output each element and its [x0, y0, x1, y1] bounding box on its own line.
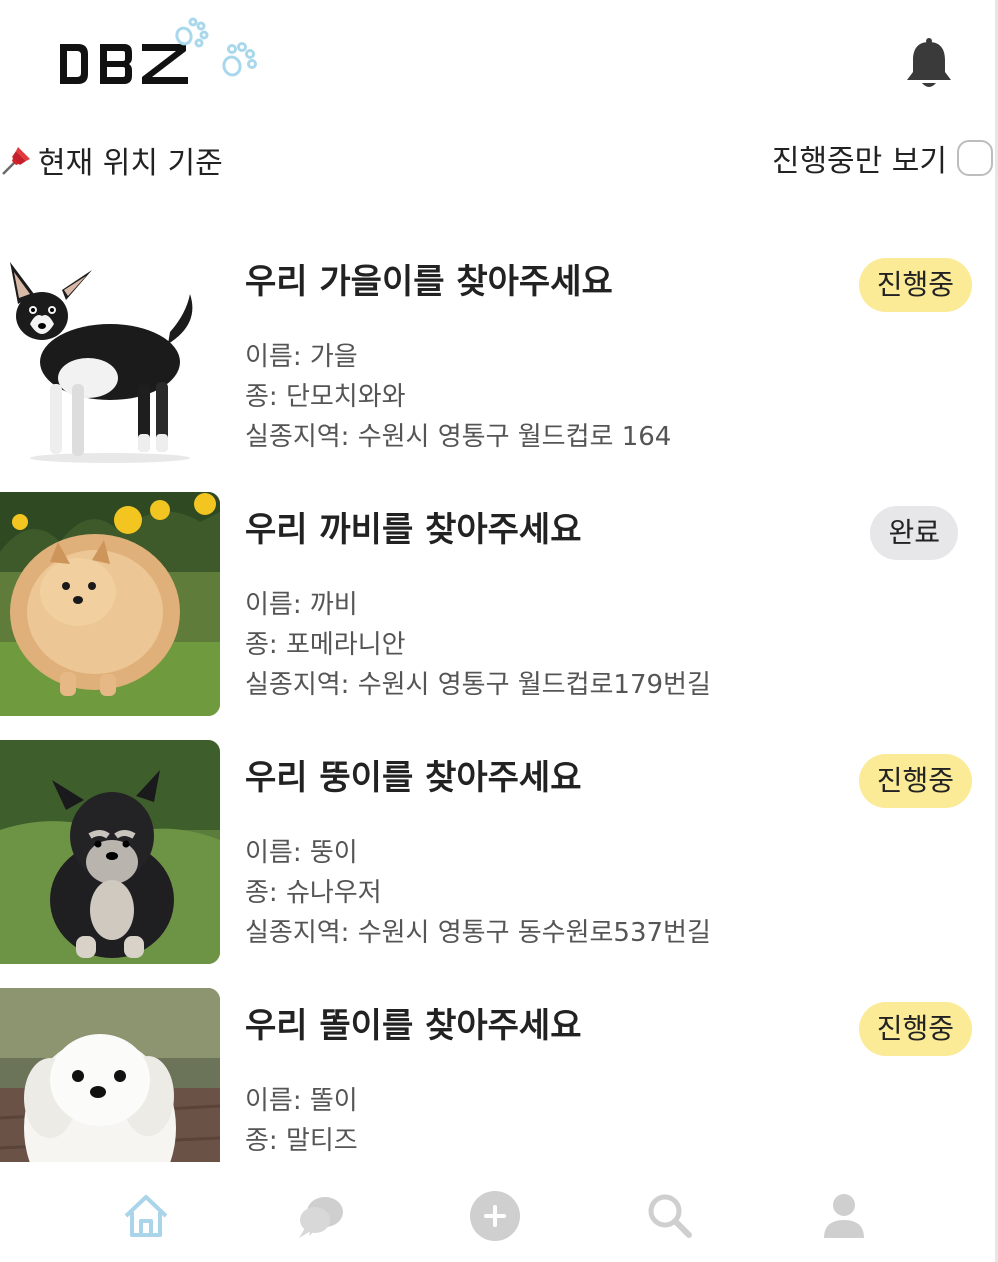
only-active-toggle[interactable]: 진행중만 보기: [772, 136, 993, 180]
post-name: 이름: 똘이: [245, 1086, 358, 1116]
pushpin-icon: [2, 147, 30, 175]
search-icon: [648, 1194, 692, 1238]
post-title: 우리 까비를 찾아주세요: [245, 510, 582, 550]
location-label: 현재 위치 기준: [38, 146, 223, 181]
post-name: 이름: 뚱이: [245, 838, 358, 868]
status-badge: 진행중: [858, 754, 972, 808]
post-breed: 종: 포메라니안: [245, 630, 406, 660]
nav-search[interactable]: [644, 1190, 696, 1242]
post-list: 우리 가을이를 찾아주세요 진행중 이름: 가을 종: 단모치와와 실종지역: …: [0, 244, 995, 1162]
post-location: 실종지역: 수원시 영통구 월드컵로179번길: [245, 670, 711, 700]
post-breed: 종: 단모치와와: [245, 382, 406, 412]
pomeranian-photo: [0, 492, 220, 716]
list-item[interactable]: 우리 뚱이를 찾아주세요 진행중 이름: 뚱이 종: 슈나우저 실종지역: 수원…: [0, 740, 995, 964]
home-icon: [124, 1195, 168, 1237]
only-active-label: 진행중만 보기: [771, 144, 947, 179]
bottom-nav: [0, 1162, 995, 1262]
nav-home[interactable]: [120, 1190, 172, 1242]
nav-add[interactable]: [469, 1190, 521, 1242]
location-filter[interactable]: 현재 위치 기준: [0, 138, 223, 182]
schnauzer-photo: [0, 740, 220, 964]
post-location: 실종지역: 수원시 영통구 동수원로537번길: [245, 918, 711, 948]
list-item[interactable]: 우리 똘이를 찾아주세요 진행중 이름: 똘이 종: 말티즈: [0, 988, 995, 1162]
post-name: 이름: 가을: [245, 342, 358, 372]
post-name: 이름: 까비: [245, 590, 358, 620]
post-location: 실종지역: 수원시 영통구 월드컵로 164: [245, 422, 672, 452]
list-item[interactable]: 우리 까비를 찾아주세요 완료 이름: 까비 종: 포메라니안 실종지역: 수원…: [0, 492, 995, 716]
status-badge: 완료: [870, 506, 958, 560]
only-active-checkbox[interactable]: [957, 140, 993, 176]
nav-chat[interactable]: [295, 1190, 347, 1242]
add-icon: [470, 1191, 520, 1241]
post-breed: 종: 말티즈: [245, 1126, 358, 1156]
header: [0, 0, 995, 120]
list-item[interactable]: 우리 가을이를 찾아주세요 진행중 이름: 가을 종: 단모치와와 실종지역: …: [0, 244, 995, 468]
profile-icon: [824, 1194, 864, 1238]
post-title: 우리 뚱이를 찾아주세요: [245, 758, 582, 798]
bell-icon[interactable]: [904, 36, 954, 90]
post-breed: 종: 슈나우저: [245, 878, 382, 908]
post-title: 우리 가을이를 찾아주세요: [245, 262, 613, 302]
logo: [60, 17, 257, 84]
status-badge: 진행중: [858, 1002, 972, 1056]
maltese-photo: [0, 988, 220, 1162]
app-screen: 현재 위치 기준 진행중만 보기 우리 가을이를 찾아주세요 진행중 이름: 가…: [0, 0, 998, 1262]
chat-icon: [299, 1197, 343, 1238]
filter-bar: 현재 위치 기준 진행중만 보기: [0, 132, 995, 184]
status-badge: 진행중: [858, 258, 972, 312]
nav-profile[interactable]: [818, 1190, 870, 1242]
post-title: 우리 똘이를 찾아주세요: [245, 1006, 582, 1046]
chihuahua-photo: [0, 244, 220, 468]
